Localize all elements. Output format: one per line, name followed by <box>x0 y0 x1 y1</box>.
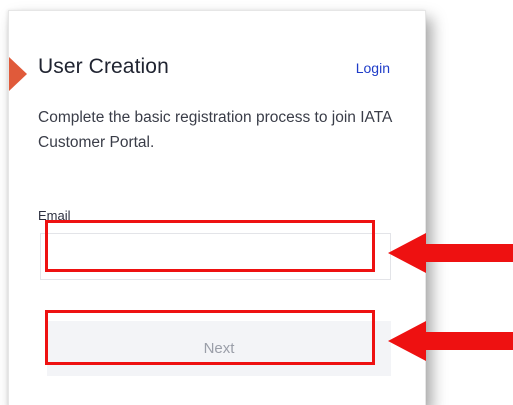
next-button[interactable]: Next <box>47 321 391 376</box>
email-field[interactable] <box>40 233 391 280</box>
screenshot-stage: User Creation Login Complete the basic r… <box>0 0 513 405</box>
registration-description: Complete the basic registration process … <box>38 109 392 151</box>
triangle-marker-icon <box>9 57 27 91</box>
email-label: Email <box>38 208 71 223</box>
registration-card: User Creation Login Complete the basic r… <box>8 10 426 405</box>
page-title: User Creation <box>38 55 169 78</box>
login-link[interactable]: Login <box>356 60 390 76</box>
